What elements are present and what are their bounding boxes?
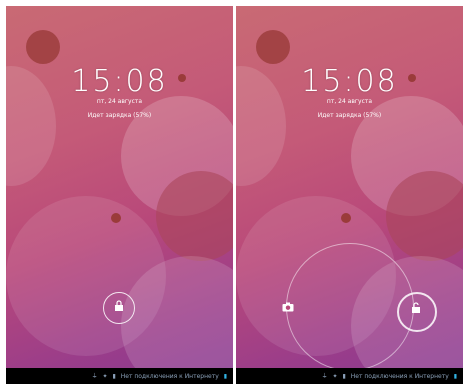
wallpaper-bubble	[341, 213, 351, 223]
usb-icon: ⏚	[91, 373, 98, 380]
battery-icon: ▮	[223, 373, 227, 380]
status-area: ⏚ ✦ ▮ Нет подключения к Интернету ▮	[319, 371, 457, 380]
charging-status: Идет зарядка (57%)	[87, 112, 152, 119]
sd-icon: ▮	[342, 373, 346, 380]
charging-status: Идет зарядка (57%)	[317, 112, 382, 119]
lockscreen-left: 15:08 пт, 24 августа Идет зарядка (57%) …	[6, 6, 233, 384]
battery-icon: ▮	[453, 373, 457, 380]
android-icon: ✦	[332, 373, 338, 380]
clock-time: 15:08	[71, 64, 168, 99]
network-status-text: Нет подключения к Интернету	[350, 373, 449, 380]
wallpaper-bubble	[26, 30, 60, 64]
status-area: ⏚ ✦ ▮ Нет подключения к Интернету ▮	[89, 371, 227, 380]
clock-date: пт, 24 августа	[326, 98, 373, 105]
clock-date: пт, 24 августа	[96, 98, 143, 105]
network-status-text: Нет подключения к Интернету	[120, 373, 219, 380]
wallpaper-bubble	[156, 171, 233, 261]
wallpaper-bubble	[256, 30, 290, 64]
clock-time: 15:08	[301, 64, 398, 99]
wallpaper-bubble	[386, 171, 463, 261]
usb-icon: ⏚	[321, 373, 328, 380]
lock-icon	[109, 300, 129, 315]
android-icon: ✦	[102, 373, 108, 380]
lockscreen-right: 15:08 пт, 24 августа Идет зарядка (57%) …	[236, 6, 463, 384]
sd-icon: ▮	[112, 373, 116, 380]
camera-icon[interactable]	[282, 302, 294, 315]
system-navbar: ⏚ ✦ ▮ Нет подключения к Интернету ▮	[6, 368, 233, 384]
unlock-target-circle	[286, 243, 414, 371]
wallpaper-bubble	[111, 213, 121, 223]
unlock-icon	[406, 302, 426, 317]
system-navbar: ⏚ ✦ ▮ Нет подключения к Интернету ▮	[236, 368, 463, 384]
